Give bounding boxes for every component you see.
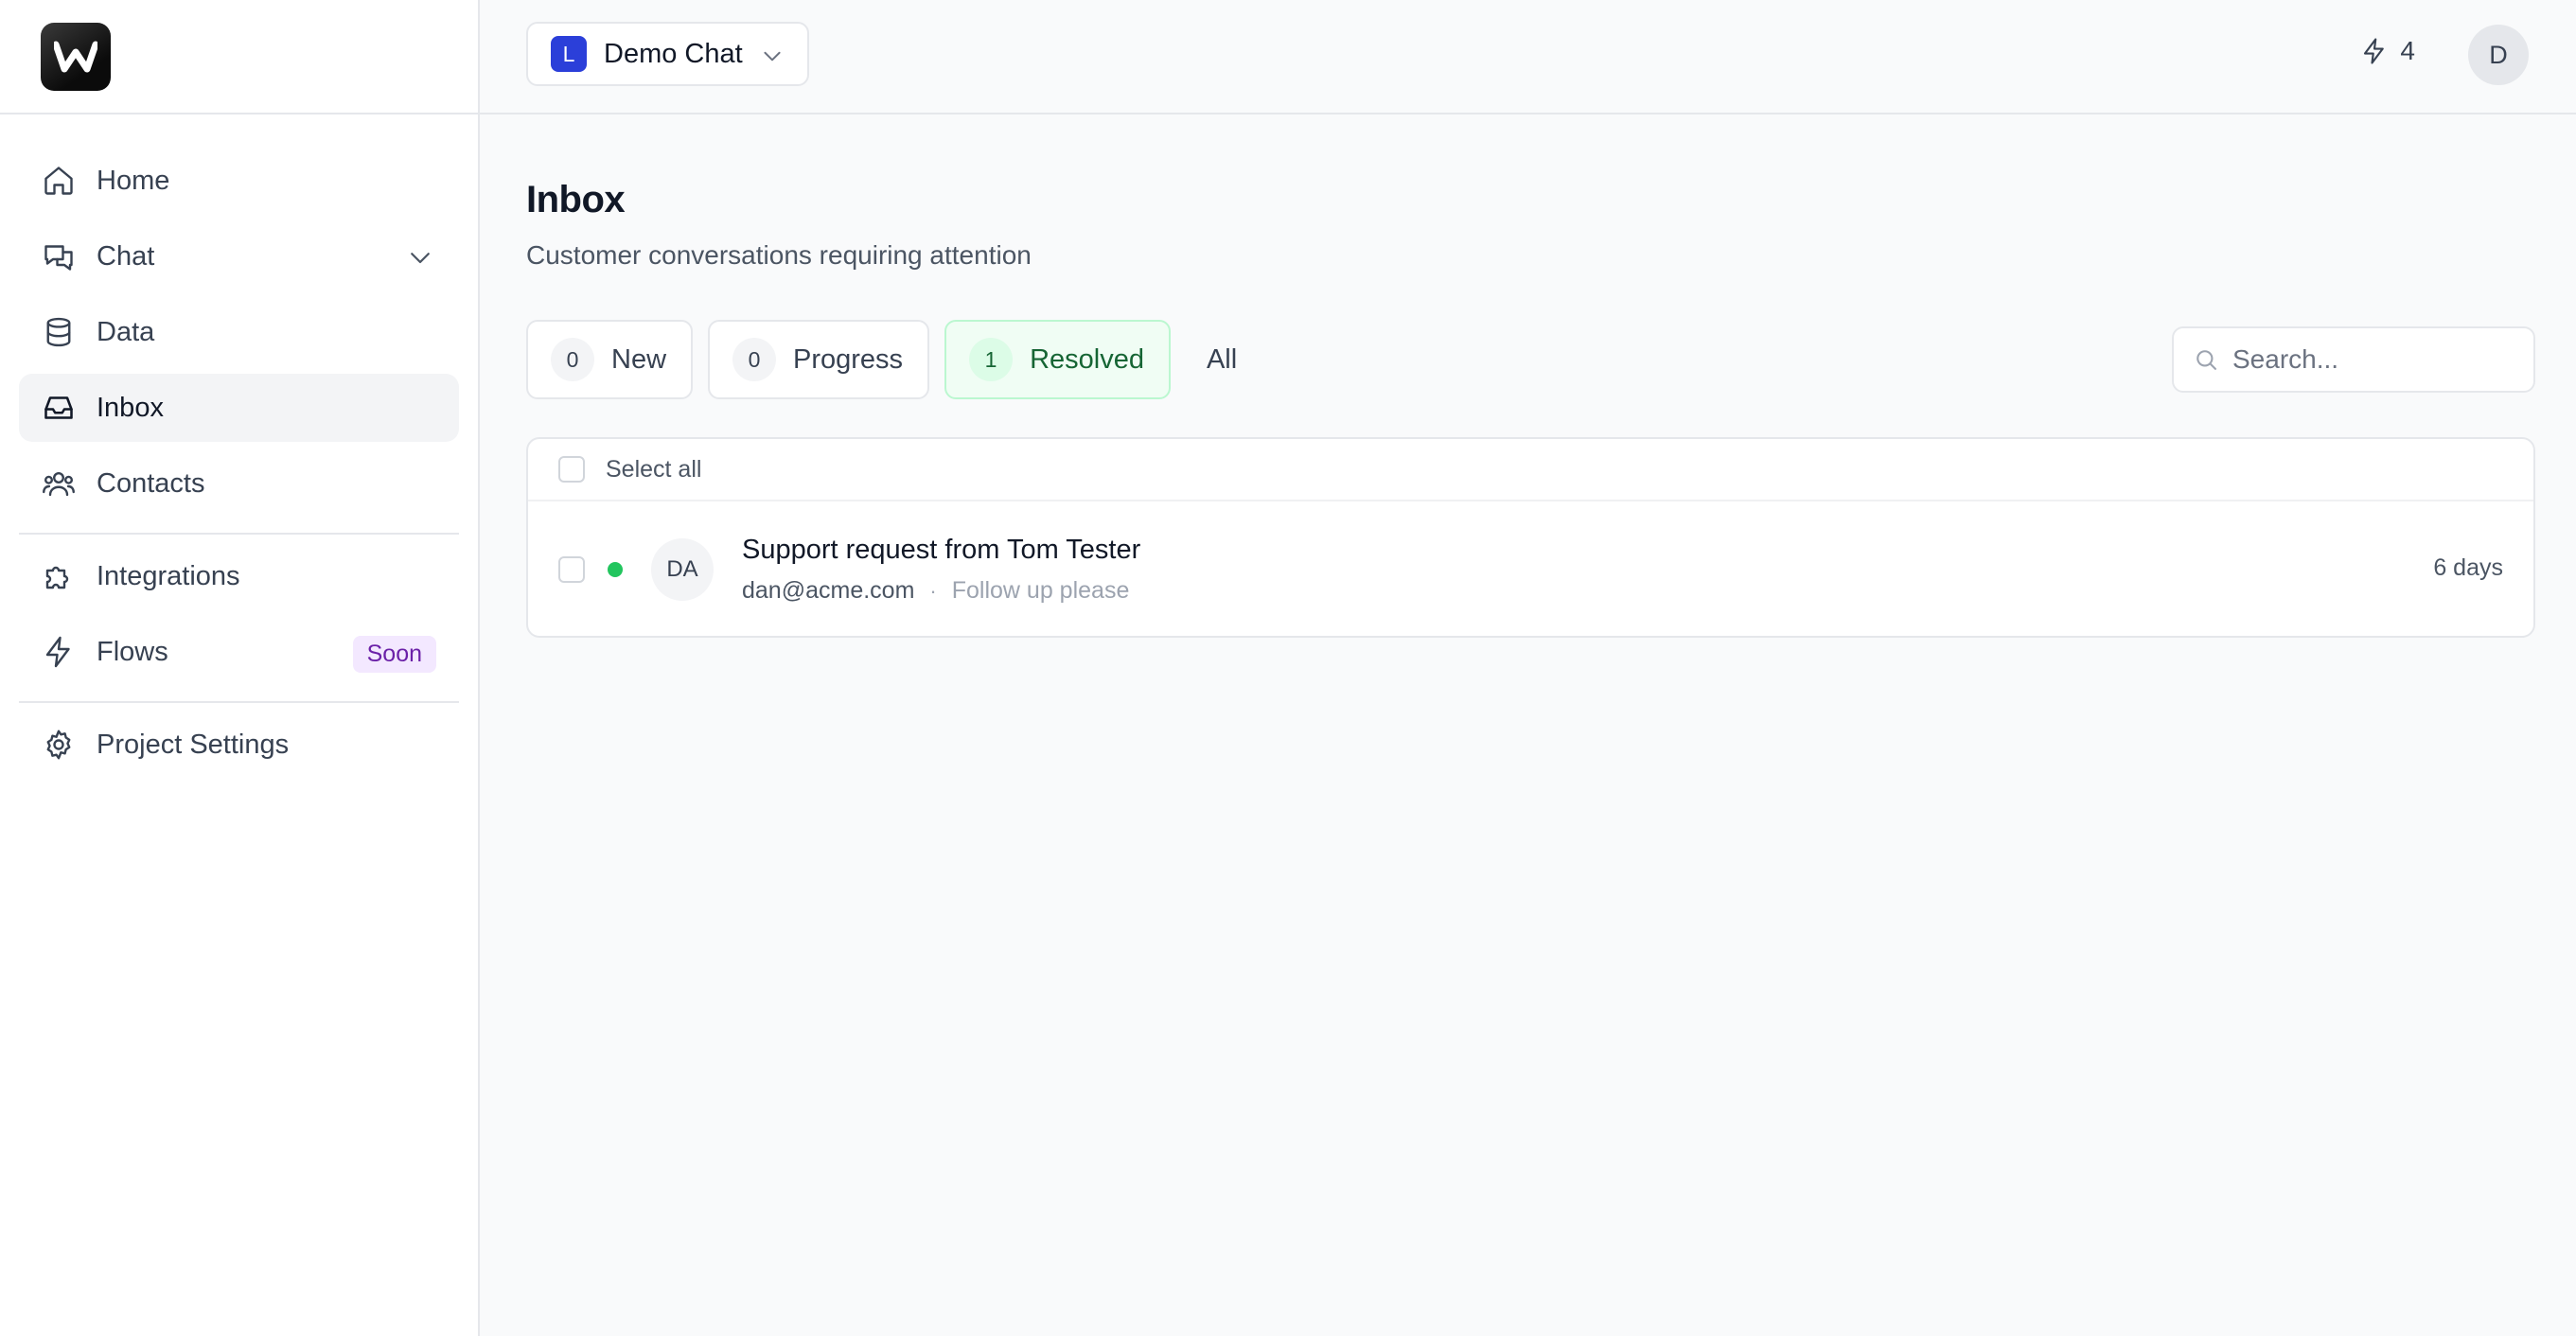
- select-all-label: Select all: [606, 455, 702, 483]
- credits-count: 4: [2400, 36, 2415, 65]
- project-initial-badge: L: [551, 36, 587, 72]
- sidebar-item-home[interactable]: Home: [19, 147, 459, 215]
- sidebar-item-label: Project Settings: [97, 729, 290, 760]
- filter-progress[interactable]: 0 Progress: [708, 320, 930, 399]
- database-icon: [42, 315, 76, 349]
- sidebar-item-label: Data: [97, 316, 155, 347]
- filter-count: 0: [732, 338, 777, 381]
- bolt-icon: [42, 635, 76, 669]
- row-checkbox[interactable]: [558, 556, 585, 583]
- topbar: L Demo Chat 4 D: [480, 0, 2576, 114]
- sidebar: Home Chat Data Inbox Contacts Integratio…: [0, 0, 480, 1336]
- chevron-down-icon: [764, 51, 781, 62]
- conversation-list: Select all DA Support request from Tom T…: [526, 437, 2535, 638]
- sidebar-item-contacts[interactable]: Contacts: [19, 449, 459, 518]
- search-input[interactable]: [2232, 344, 2516, 375]
- sidebar-item-flows[interactable]: Flows Soon: [19, 618, 459, 686]
- home-icon: [42, 164, 76, 198]
- sidebar-item-label: Inbox: [97, 392, 164, 423]
- filter-label: Resolved: [1030, 343, 1144, 375]
- conversation-meta: dan@acme.com · Follow up please: [742, 577, 1140, 605]
- users-icon: [42, 466, 76, 501]
- sidebar-item-chat[interactable]: Chat: [19, 222, 459, 290]
- user-avatar[interactable]: D: [2468, 25, 2529, 85]
- puzzle-icon: [42, 559, 76, 593]
- chat-icon: [42, 239, 76, 273]
- sidebar-divider: [19, 701, 459, 703]
- soon-badge: Soon: [352, 636, 436, 673]
- page-title: Inbox: [526, 179, 626, 220]
- filter-all[interactable]: All: [1207, 344, 1237, 376]
- project-switcher[interactable]: L Demo Chat: [526, 22, 809, 86]
- filter-count: 1: [969, 338, 1014, 381]
- page-subtitle: Customer conversations requiring attenti…: [526, 240, 1032, 270]
- sidebar-item-label: Contacts: [97, 467, 205, 499]
- filter-label: New: [611, 343, 667, 375]
- conversation-text: Support request from Tom Tester dan@acme…: [742, 535, 1140, 605]
- sidebar-item-label: Home: [97, 165, 170, 196]
- gear-icon: [42, 728, 76, 762]
- sidebar-item-label: Chat: [97, 240, 155, 272]
- filter-count: 0: [551, 338, 594, 381]
- bolt-icon: [2364, 38, 2385, 64]
- select-all-checkbox[interactable]: [558, 456, 585, 483]
- w-logo-icon: [54, 41, 97, 72]
- conversation-title: Support request from Tom Tester: [742, 535, 1141, 565]
- inbox-icon: [42, 391, 76, 425]
- sidebar-item-integrations[interactable]: Integrations: [19, 542, 459, 610]
- conversation-time: 6 days: [2433, 554, 2503, 581]
- filter-label: Progress: [793, 343, 904, 375]
- status-filters: 0 New 0 Progress 1 Resolved All: [526, 320, 1237, 399]
- sidebar-header: [0, 0, 478, 114]
- credits-indicator[interactable]: 4: [2360, 36, 2415, 66]
- sidebar-nav: Home Chat Data Inbox Contacts Integratio…: [0, 147, 478, 779]
- sidebar-item-data[interactable]: Data: [19, 298, 459, 366]
- contact-email: dan@acme.com: [742, 577, 915, 604]
- search-box: [2172, 326, 2535, 393]
- filter-new[interactable]: 0 New: [526, 320, 694, 399]
- project-name: Demo Chat: [604, 38, 743, 69]
- search-icon: [2197, 350, 2216, 370]
- chevron-down-icon[interactable]: [406, 243, 434, 272]
- sidebar-item-label: Flows: [97, 636, 168, 667]
- conversation-row[interactable]: DA Support request from Tom Tester dan@a…: [528, 501, 2533, 636]
- app-logo[interactable]: [41, 22, 111, 91]
- sidebar-item-inbox[interactable]: Inbox: [19, 374, 459, 442]
- sidebar-item-label: Integrations: [97, 560, 240, 591]
- filter-resolved[interactable]: 1 Resolved: [944, 320, 1171, 399]
- contact-avatar: DA: [651, 538, 714, 601]
- meta-separator: ·: [929, 578, 937, 603]
- sidebar-divider: [19, 533, 459, 535]
- sidebar-item-project-settings[interactable]: Project Settings: [19, 711, 459, 779]
- list-header: Select all: [528, 439, 2533, 501]
- status-dot: [608, 562, 623, 577]
- message-preview: Follow up please: [951, 577, 1130, 604]
